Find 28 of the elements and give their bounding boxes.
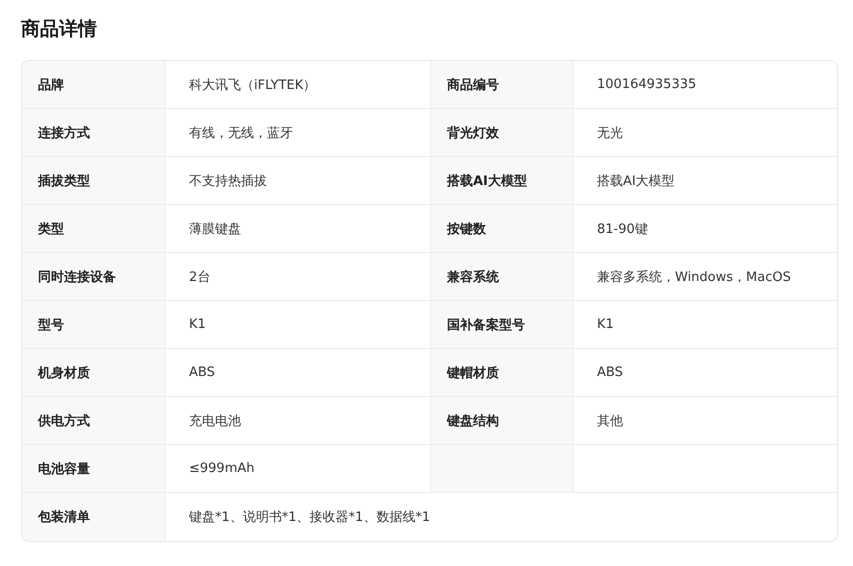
- spec-label: 品牌: [22, 61, 166, 109]
- spec-label: 供电方式: [22, 397, 166, 445]
- spec-value: 键盘*1、说明书*1、接收器*1、数据线*1: [188, 509, 432, 527]
- spec-value: ABS: [574, 349, 837, 397]
- spec-label: 插拔类型: [22, 157, 166, 205]
- spec-label: 电池容量: [22, 445, 166, 493]
- spec-value: 其他: [574, 397, 837, 445]
- spec-label: 键帽材质: [431, 349, 574, 397]
- spec-label: 商品编号: [431, 61, 574, 109]
- spec-value: 100164935335: [574, 61, 837, 109]
- spec-label: 类型: [22, 205, 166, 253]
- spec-value: 兼容多系统，Windows，MacOS: [574, 253, 837, 301]
- spec-value: 搭载AI大模型: [574, 157, 837, 205]
- spec-value: 无光: [574, 109, 837, 157]
- spec-value: 81-90键: [574, 205, 837, 253]
- spec-label: 按键数: [431, 205, 574, 253]
- spec-label: 连接方式: [22, 109, 166, 157]
- spec-label: 型号: [22, 301, 166, 349]
- spec-label: 国补备案型号: [431, 301, 574, 349]
- spec-label: 同时连接设备: [22, 253, 166, 301]
- spec-label: 机身材质: [22, 349, 166, 397]
- spec-label: 背光灯效: [431, 109, 574, 157]
- section-title: 商品详情: [21, 17, 98, 42]
- spec-value: K1: [574, 301, 837, 349]
- spec-label: 键盘结构: [431, 397, 574, 445]
- spec-label: 搭载AI大模型: [431, 157, 574, 205]
- spec-label: 兼容系统: [431, 253, 574, 301]
- spec-label: 包装清单: [22, 493, 166, 541]
